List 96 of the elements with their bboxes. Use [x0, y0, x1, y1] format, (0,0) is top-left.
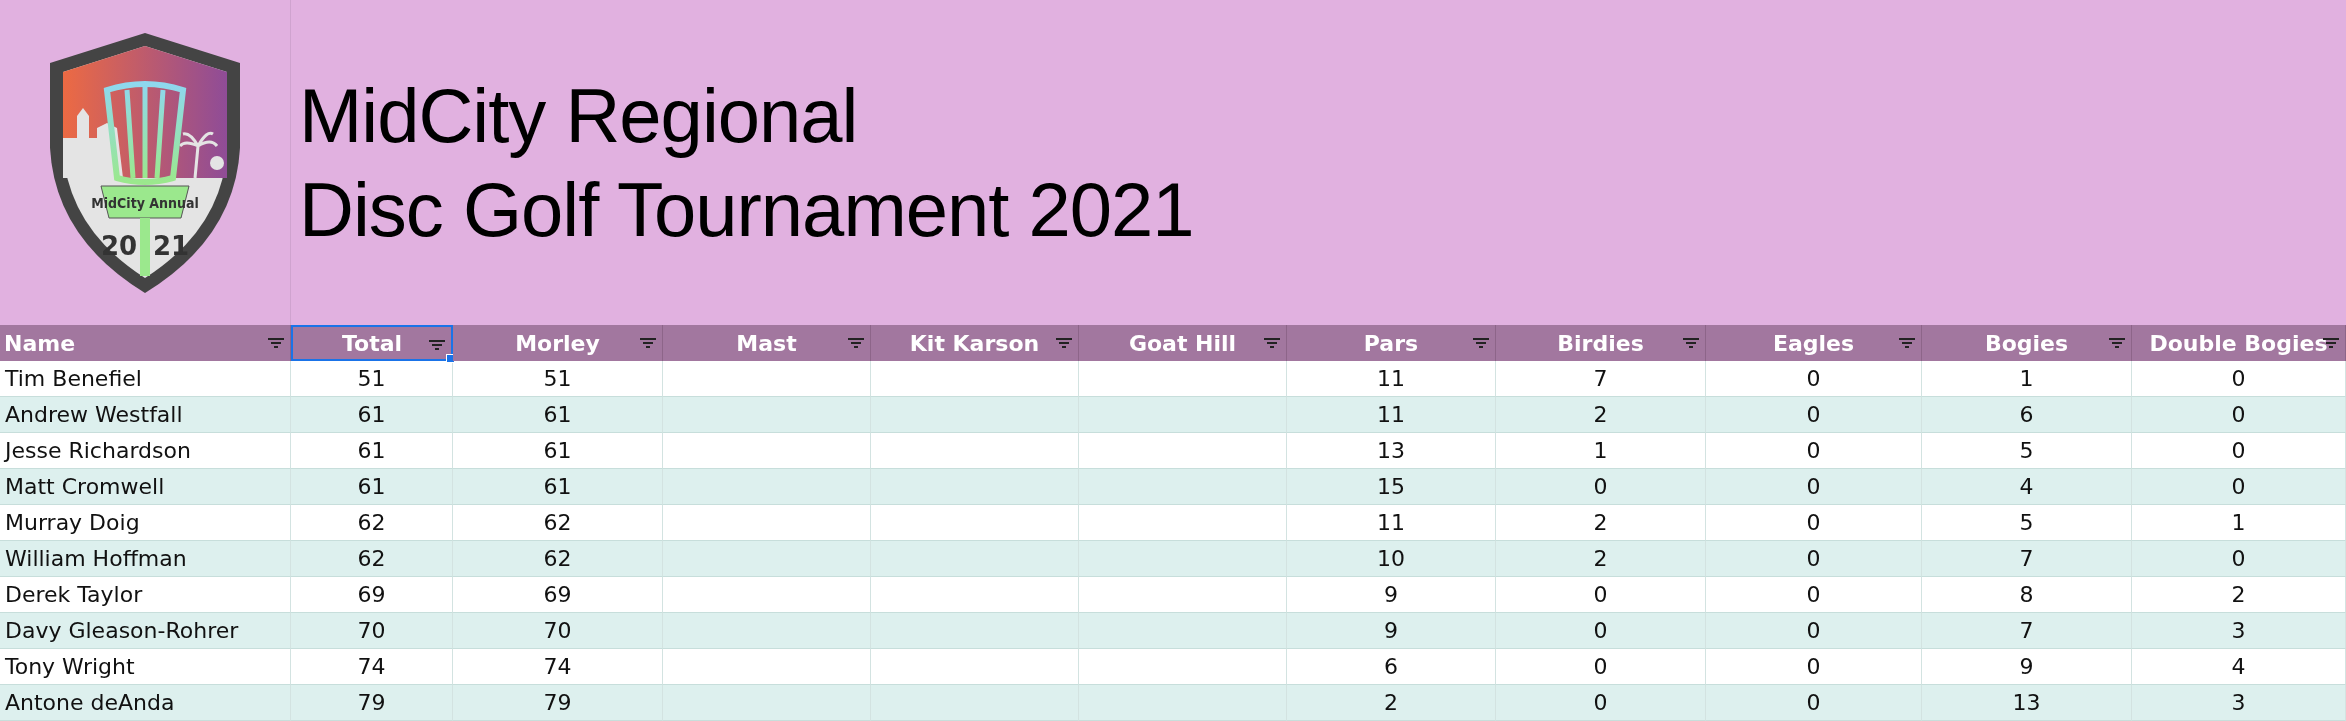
table-cell: 61 [291, 397, 453, 433]
table-cell: 61 [453, 433, 663, 469]
column-header[interactable]: Birdies [1496, 325, 1706, 361]
table-cell: 0 [1706, 505, 1922, 541]
table-cell: 61 [291, 433, 453, 469]
table-cell: 70 [453, 613, 663, 649]
column-header[interactable]: Mast [663, 325, 871, 361]
table-cell: 62 [291, 505, 453, 541]
table-cell: 0 [1706, 577, 1922, 613]
table-cell: Davy Gleason-Rohrer [0, 613, 291, 649]
table-cell: 8 [1922, 577, 2132, 613]
logo-text: 20 [100, 230, 138, 261]
table-cell: 5 [1922, 433, 2132, 469]
table-cell: 2 [1287, 685, 1496, 721]
table-cell: Andrew Westfall [0, 397, 291, 433]
table-cell: 6 [1287, 649, 1496, 685]
column-header[interactable]: Pars [1287, 325, 1496, 361]
table-cell: 10 [1287, 541, 1496, 577]
table-cell: Derek Taylor [0, 577, 291, 613]
table-cell: 15 [1287, 469, 1496, 505]
table-cell: 0 [1706, 649, 1922, 685]
table-cell: 62 [453, 505, 663, 541]
table-cell: 0 [1706, 397, 1922, 433]
table-cell: 2 [2132, 577, 2346, 613]
table-cell: 0 [1706, 613, 1922, 649]
table-cell: 11 [1287, 397, 1496, 433]
table-cell: 51 [291, 361, 453, 397]
table-cell: Matt Cromwell [0, 469, 291, 505]
table-cell: 74 [453, 649, 663, 685]
table-cell: 0 [2132, 469, 2346, 505]
table-cell: 0 [1706, 433, 1922, 469]
table-cell: 61 [291, 469, 453, 505]
page-title: MidCity Regional [299, 71, 859, 160]
table-cell: 0 [1496, 649, 1706, 685]
table-cell: 69 [291, 577, 453, 613]
table-cell: 9 [1287, 577, 1496, 613]
table-cell: 0 [2132, 361, 2346, 397]
table-cell: 51 [453, 361, 663, 397]
table-cell: 0 [2132, 433, 2346, 469]
table-cell: 0 [1496, 469, 1706, 505]
table-cell: 0 [1496, 685, 1706, 721]
table-cell: 1 [1922, 361, 2132, 397]
column-header[interactable]: Goat Hill [1079, 325, 1287, 361]
table-cell: 11 [1287, 505, 1496, 541]
table-cell: Jesse Richardson [0, 433, 291, 469]
table-cell: 70 [291, 613, 453, 649]
column-header[interactable]: Double Bogies [2132, 325, 2346, 361]
table-cell: 4 [2132, 649, 2346, 685]
table-cell: 79 [453, 685, 663, 721]
table-cell: 1 [1496, 433, 1706, 469]
column-header[interactable]: Morley [453, 325, 663, 361]
table-cell: 62 [291, 541, 453, 577]
table-cell: 9 [1922, 649, 2132, 685]
table-cell: 2 [1496, 505, 1706, 541]
table-cell: Tony Wright [0, 649, 291, 685]
table-cell: 6 [1922, 397, 2132, 433]
table-cell: 61 [453, 397, 663, 433]
table-cell: 0 [1496, 577, 1706, 613]
table-cell: 4 [1922, 469, 2132, 505]
table-cell: 13 [1922, 685, 2132, 721]
table-cell: Murray Doig [0, 505, 291, 541]
table-cell: 9 [1287, 613, 1496, 649]
table-cell: 3 [2132, 685, 2346, 721]
table-cell: 62 [453, 541, 663, 577]
table-cell: 5 [1922, 505, 2132, 541]
table-cell: 0 [1706, 685, 1922, 721]
table-cell: 0 [1496, 613, 1706, 649]
table-cell: 79 [291, 685, 453, 721]
table-cell: 0 [1706, 541, 1922, 577]
table-cell: 2 [1496, 541, 1706, 577]
logo-text: MidCity Annual [91, 194, 199, 211]
table-cell: 13 [1287, 433, 1496, 469]
logo-text: 21 [152, 230, 190, 261]
table-cell: William Hoffman [0, 541, 291, 577]
table-cell: 61 [453, 469, 663, 505]
column-header[interactable]: Bogies [1922, 325, 2132, 361]
table-cell: 7 [1922, 541, 2132, 577]
table-cell: 11 [1287, 361, 1496, 397]
table-cell: Antone deAnda [0, 685, 291, 721]
table-cell: 3 [2132, 613, 2346, 649]
table-cell: 1 [2132, 505, 2346, 541]
table-cell: 69 [453, 577, 663, 613]
table-cell: 74 [291, 649, 453, 685]
column-header[interactable]: Eagles [1706, 325, 1922, 361]
table-cell: 0 [1706, 469, 1922, 505]
table-cell: 7 [1496, 361, 1706, 397]
column-header[interactable]: Kit Karson [871, 325, 1079, 361]
page-title: Disc Golf Tournament 2021 [299, 165, 1195, 254]
table-cell: 0 [2132, 397, 2346, 433]
column-header[interactable]: Total [291, 325, 453, 361]
table-cell: 7 [1922, 613, 2132, 649]
table-cell: 0 [1706, 361, 1922, 397]
table-cell: 0 [2132, 541, 2346, 577]
table-cell: 2 [1496, 397, 1706, 433]
column-header[interactable]: Name [0, 325, 291, 361]
table-cell: Tim Benefiel [0, 361, 291, 397]
